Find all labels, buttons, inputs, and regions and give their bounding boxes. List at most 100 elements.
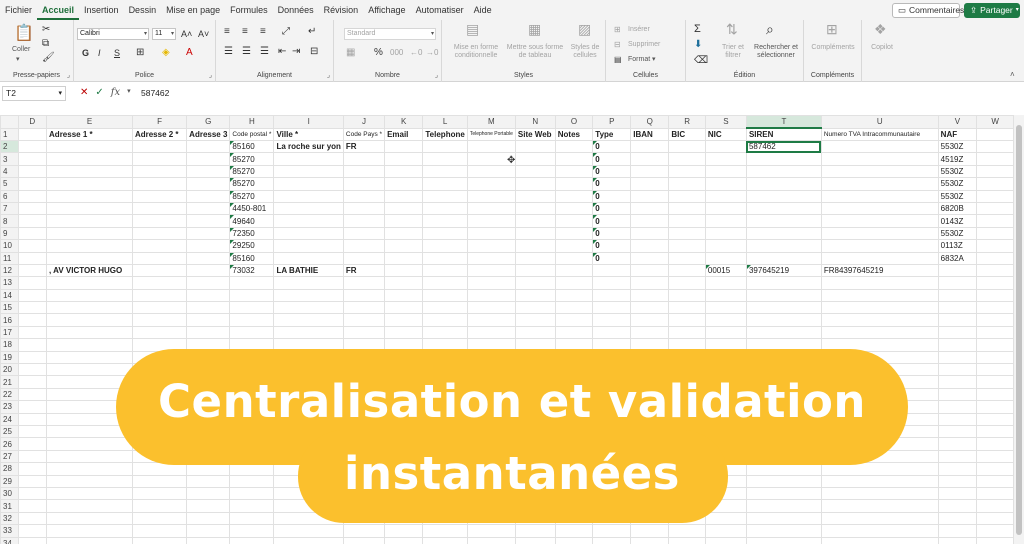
cell-V[interactable] [937, 325, 978, 340]
cell-Q[interactable] [630, 251, 670, 265]
format-button[interactable]: Format [628, 56, 650, 64]
cell-T[interactable] [745, 511, 822, 526]
cell-I[interactable] [273, 201, 344, 216]
cell-D[interactable] [17, 338, 48, 352]
increase-decimal-icon[interactable]: ←0 [410, 48, 422, 58]
cell-J[interactable] [342, 214, 386, 228]
cell-W[interactable] [976, 499, 1014, 513]
header-cell[interactable]: Telephone Portable [466, 127, 516, 141]
cell-V[interactable] [937, 536, 978, 544]
format-painter-icon[interactable]: 🖌 [42, 53, 55, 63]
cell-E[interactable] [46, 177, 133, 191]
cell-N[interactable] [514, 288, 556, 303]
cell-F[interactable] [131, 177, 188, 191]
column-header[interactable]: J [342, 115, 386, 129]
name-box[interactable]: T2 ▾ [2, 86, 66, 101]
cell-P[interactable]: 0 [592, 239, 632, 253]
column-header[interactable]: M [466, 115, 516, 129]
cell-E[interactable] [46, 276, 133, 290]
cell-D[interactable] [17, 350, 48, 365]
cell-G[interactable] [186, 325, 231, 340]
cell-U[interactable] [820, 177, 939, 191]
row-header[interactable]: 3 [0, 152, 19, 166]
cell-G[interactable] [186, 226, 231, 241]
align-bottom-icon[interactable]: ≡ [260, 27, 266, 37]
cell-K[interactable] [384, 263, 424, 278]
cell-N[interactable] [514, 177, 556, 191]
cell-T[interactable] [745, 251, 822, 265]
cell-R[interactable] [668, 239, 706, 253]
cell-L[interactable] [422, 536, 468, 544]
cell-L[interactable] [422, 313, 468, 327]
decrease-font-icon[interactable]: A˅ [198, 29, 209, 39]
cell-Q[interactable] [630, 524, 670, 538]
cell-Q[interactable] [630, 214, 670, 228]
cell-J[interactable] [342, 276, 386, 290]
column-header[interactable]: O [554, 115, 594, 129]
cell-T[interactable] [745, 301, 822, 315]
column-header[interactable]: H [229, 115, 275, 129]
chevron-down-icon[interactable]: ▾ [127, 87, 131, 98]
cell-W[interactable] [976, 276, 1014, 290]
column-header[interactable]: G [186, 115, 231, 129]
cell-I[interactable] [273, 214, 344, 228]
cell-U[interactable] [820, 313, 939, 327]
cell-D[interactable] [17, 152, 48, 166]
cell-T[interactable] [745, 499, 822, 513]
cell-L[interactable] [422, 301, 468, 315]
cell-D[interactable] [17, 536, 48, 544]
cell-H[interactable]: 85270 [229, 164, 275, 179]
cell-U[interactable] [820, 189, 939, 203]
cell-G[interactable] [186, 251, 231, 265]
column-header[interactable]: F [131, 115, 188, 129]
cell-F[interactable] [131, 325, 188, 340]
column-header[interactable]: T [745, 115, 822, 129]
autosum-icon[interactable]: Σ [694, 24, 701, 35]
header-cell[interactable]: Email [384, 127, 424, 141]
cell-Q[interactable] [630, 301, 670, 315]
cell-T[interactable]: 397645219 [745, 263, 822, 278]
cell-U[interactable] [820, 152, 939, 166]
cell-S[interactable] [704, 288, 747, 303]
cell-W[interactable] [976, 251, 1014, 265]
cell-I[interactable] [273, 189, 344, 203]
cell-H[interactable]: 4450-801 [229, 201, 275, 216]
font-color-icon[interactable]: A [186, 48, 193, 58]
cell-V[interactable]: 5530Z [937, 177, 978, 191]
cell-G[interactable] [186, 239, 231, 253]
bold-button[interactable]: G [82, 48, 89, 58]
conditional-format-button[interactable]: Mise en forme conditionnelle [448, 44, 504, 60]
cell-H[interactable]: 85160 [229, 251, 275, 265]
cell-M[interactable] [466, 214, 516, 228]
cell-F[interactable] [131, 263, 188, 278]
cell-D[interactable] [17, 201, 48, 216]
cell-L[interactable] [422, 164, 468, 179]
cell-U[interactable] [820, 288, 939, 303]
cell-L[interactable] [422, 189, 468, 203]
cell-T[interactable] [745, 214, 822, 228]
cell-I[interactable] [273, 251, 344, 265]
cell-W[interactable] [976, 313, 1014, 327]
cell-Q[interactable] [630, 152, 670, 166]
header-cell[interactable]: NAF [937, 127, 978, 141]
cell-E[interactable] [46, 226, 133, 241]
cell-S[interactable] [704, 201, 747, 216]
cell-G[interactable] [186, 164, 231, 179]
cell-T[interactable] [745, 536, 822, 544]
cell-U[interactable]: FR84397645219 [820, 263, 939, 278]
cell-O[interactable] [554, 251, 594, 265]
cell-S[interactable] [704, 239, 747, 253]
cell-J[interactable] [342, 313, 386, 327]
cell-O[interactable] [554, 189, 594, 203]
header-cell[interactable]: Adresse 1 * [46, 127, 133, 141]
row-header[interactable]: 10 [0, 239, 19, 253]
cell-Q[interactable] [630, 139, 670, 154]
dialog-launcher-icon[interactable]: ⌟ [435, 71, 438, 79]
cell-J[interactable] [342, 177, 386, 191]
column-header[interactable]: P [592, 115, 632, 129]
cell-M[interactable] [466, 201, 516, 216]
cell-V[interactable] [937, 499, 978, 513]
header-cell[interactable]: Adresse 3 [186, 127, 231, 141]
cell-J[interactable] [342, 226, 386, 241]
wrap-text-icon[interactable]: ↵ [308, 27, 316, 37]
